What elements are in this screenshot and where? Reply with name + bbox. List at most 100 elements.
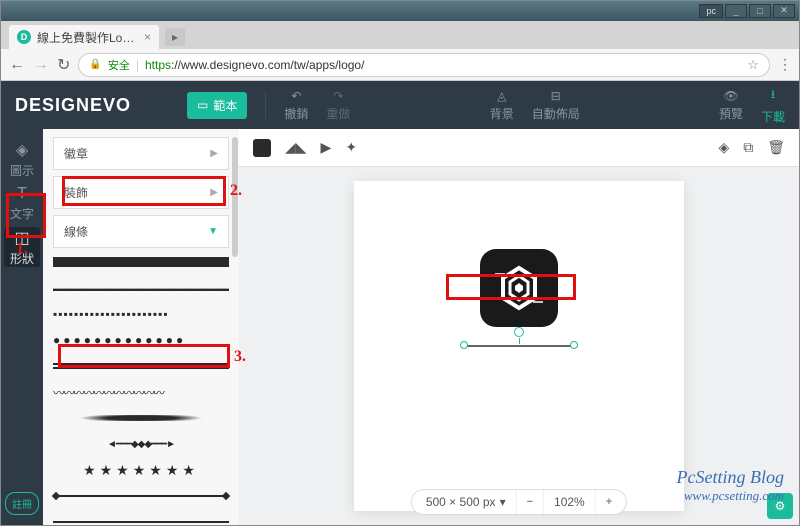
watermark-title: PcSetting Blog — [677, 467, 784, 488]
layers-icon[interactable]: ◈ — [718, 139, 729, 156]
chevron-down-icon: ▾ — [500, 495, 506, 509]
canvas-toolbar: ◢◣ ▶ ✦ ◈ ⧉ 🗑 — [239, 129, 799, 167]
window-title-bar: pc _ □ ✕ — [1, 1, 799, 21]
watermark-url: www.pcsetting.com — [677, 488, 784, 504]
rail-icon-label: 圖示 — [10, 162, 34, 179]
new-tab-button[interactable]: ▸ — [165, 28, 185, 46]
annotation-label-3: 3. — [234, 348, 246, 366]
register-button[interactable]: 註冊 — [5, 492, 39, 515]
browser-tab[interactable]: D 線上免費製作Logo，定 × — [9, 25, 159, 49]
shapes-panel: 徽章 ▶ 裝飾 ▶ 線條 ▼ ▬▬▬▬▬▬▬▬▬▬▬▬ ▪▪▪▪▪▪▪▪▪▪▪▪… — [43, 129, 239, 525]
tab-close-icon[interactable]: × — [144, 30, 151, 44]
category-decor[interactable]: 裝飾 ▶ — [53, 176, 229, 209]
delete-icon[interactable]: 🗑 — [767, 139, 785, 156]
resize-handle-right[interactable] — [570, 341, 578, 349]
zoom-level[interactable]: 102% — [544, 490, 596, 514]
download-button[interactable]: ⭳ 下載 — [761, 85, 785, 125]
secure-label: 安全 — [108, 57, 130, 73]
shape-solid-thick[interactable] — [53, 254, 229, 270]
bookmark-star-icon[interactable]: ☆ — [747, 57, 759, 73]
logo-hexagon-element[interactable] — [480, 249, 558, 327]
background-icon: ◬ — [497, 89, 506, 103]
tab-title: 線上免費製作Logo，定 — [37, 29, 138, 46]
rail-text-label: 文字 — [10, 205, 34, 222]
autolayout-label: 自動佈局 — [532, 105, 580, 122]
annotation-label-2: 2. — [230, 182, 242, 200]
rail-bottom: 註冊 — [5, 492, 39, 515]
shape-dash-large[interactable]: ▬▬▬▬▬▬▬▬▬▬▬▬ — [53, 280, 229, 296]
chevron-down-icon: ▼ — [208, 226, 218, 237]
flip-horizontal-icon[interactable]: ◢◣ — [285, 139, 307, 156]
browser-tab-bar: D 線上免費製作Logo，定 × ▸ — [1, 21, 799, 49]
autolayout-icon: ⊟ — [551, 89, 561, 103]
rail-text-tab[interactable]: T 文字 — [4, 183, 40, 223]
background-button[interactable]: ◬ 背景 — [490, 89, 514, 122]
shape-dash-small[interactable]: ▪▪▪▪▪▪▪▪▪▪▪▪▪▪▪▪▪▪▪▪▪▪ — [53, 306, 229, 322]
shape-taper[interactable] — [53, 410, 229, 426]
shape-misc[interactable] — [53, 514, 229, 525]
template-icon: ▭ — [197, 98, 208, 112]
url-text: https://www.designevo.com/tw/apps/logo/ — [145, 58, 741, 72]
background-label: 背景 — [490, 105, 514, 122]
window-maximize-button[interactable]: □ — [749, 4, 771, 18]
left-rail: ◈ 圖示 T 文字 ◫ 形狀 註冊 — [1, 129, 43, 525]
canvas-size-label: 500 × 500 px — [426, 495, 496, 509]
copy-icon[interactable]: ⧉ — [743, 139, 753, 156]
line-shapes-list: ▬▬▬▬▬▬▬▬▬▬▬▬ ▪▪▪▪▪▪▪▪▪▪▪▪▪▪▪▪▪▪▪▪▪▪ ●●●●… — [53, 254, 229, 525]
template-label: 範本 — [213, 97, 237, 114]
app-root: DESIGNEVO ▭ 範本 ↶ 撤銷 ↷ 重做 ◬ 背景 ⊟ 自動佈局 — [1, 81, 799, 525]
window-close-button[interactable]: ✕ — [773, 4, 795, 18]
design-canvas[interactable] — [354, 181, 684, 511]
resize-handle-left[interactable] — [460, 341, 468, 349]
watermark: PcSetting Blog www.pcsetting.com — [677, 467, 784, 504]
category-badge-label: 徽章 — [64, 145, 88, 162]
chevron-right-icon: ▶ — [210, 148, 218, 159]
nav-reload-button[interactable]: ↻ — [57, 55, 70, 75]
browser-menu-icon[interactable]: ⋮ — [778, 56, 791, 73]
preview-button[interactable]: 👁 預覽 — [719, 89, 743, 122]
template-button[interactable]: ▭ 範本 — [187, 92, 247, 119]
color-swatch[interactable] — [253, 139, 271, 157]
rotate-handle[interactable] — [514, 327, 524, 337]
effects-icon[interactable]: ✦ — [345, 139, 357, 156]
shape-thin-diamond[interactable] — [53, 488, 229, 504]
download-label: 下載 — [761, 108, 785, 125]
pc-label: pc — [699, 4, 723, 18]
zoom-bar: 500 × 500 px ▾ − 102% + — [411, 489, 627, 515]
undo-icon: ↶ — [291, 89, 301, 103]
canvas-area: ◢◣ ▶ ✦ ◈ ⧉ 🗑 — [239, 129, 799, 525]
zoom-label: 102% — [554, 495, 585, 509]
shape-stars[interactable]: ★★★★★★★ — [53, 462, 229, 478]
undo-button[interactable]: ↶ 撤銷 — [284, 89, 308, 122]
zoom-out-button[interactable]: − — [517, 490, 544, 514]
redo-label: 重做 — [326, 105, 350, 122]
nav-forward-button[interactable]: → — [33, 56, 49, 74]
category-badge[interactable]: 徽章 ▶ — [53, 137, 229, 170]
undo-label: 撤銷 — [284, 105, 308, 122]
address-bar: ← → ↻ 🔒 安全 | https://www.designevo.com/t… — [1, 49, 799, 81]
eye-icon: 👁 — [723, 89, 738, 103]
category-line[interactable]: 線條 ▼ — [53, 215, 229, 248]
autolayout-button[interactable]: ⊟ 自動佈局 — [532, 89, 580, 122]
annotation-label-1: 1. — [16, 240, 28, 258]
nav-back-button[interactable]: ← — [9, 56, 25, 74]
download-icon: ⭳ — [771, 85, 775, 106]
diamond-icon: ◈ — [16, 140, 28, 160]
redo-icon: ↷ — [333, 89, 343, 103]
flip-vertical-icon[interactable]: ▶ — [321, 139, 332, 156]
category-line-label: 線條 — [64, 223, 88, 240]
chevron-right-icon: ▶ — [210, 187, 218, 198]
shape-diamond-divider[interactable]: ◄━━━◆◆◆━━━► — [53, 436, 229, 452]
window-minimize-button[interactable]: _ — [725, 4, 747, 18]
shape-double-line[interactable] — [53, 358, 229, 374]
rail-icon-tab[interactable]: ◈ 圖示 — [4, 139, 40, 179]
url-input[interactable]: 🔒 安全 | https://www.designevo.com/tw/apps… — [78, 53, 770, 77]
app-header: DESIGNEVO ▭ 範本 ↶ 撤銷 ↷ 重做 ◬ 背景 ⊟ 自動佈局 — [1, 81, 799, 129]
tab-favicon-icon: D — [17, 30, 31, 44]
shape-wave[interactable]: 〰〰〰〰〰〰〰〰〰〰〰 — [53, 384, 229, 400]
shape-dots[interactable]: ●●●●●●●●●●●●● — [53, 332, 229, 348]
canvas-size-dropdown[interactable]: 500 × 500 px ▾ — [416, 490, 517, 514]
redo-button[interactable]: ↷ 重做 — [326, 89, 350, 122]
selected-line-element[interactable] — [464, 345, 574, 347]
zoom-in-button[interactable]: + — [596, 490, 622, 514]
